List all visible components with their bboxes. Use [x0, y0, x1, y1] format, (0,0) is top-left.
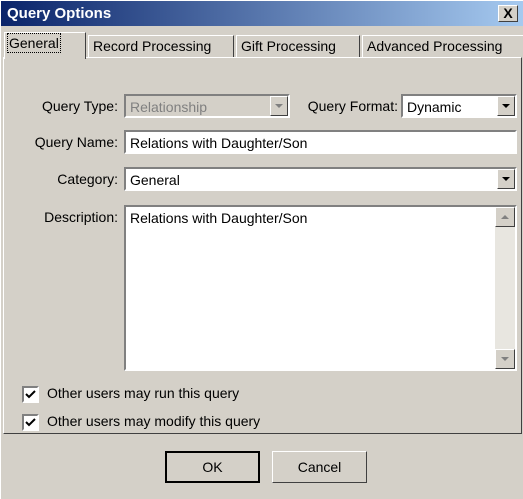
scroll-down-icon[interactable]: [495, 349, 515, 369]
chevron-down-icon: [270, 96, 288, 116]
scroll-up-icon[interactable]: [495, 207, 515, 227]
query-type-value: Relationship: [130, 99, 208, 115]
close-icon: X: [503, 5, 513, 21]
category-select[interactable]: General: [124, 167, 517, 191]
tab-advanced-processing-label: Advanced Processing: [367, 38, 503, 54]
window-title: Query Options: [7, 5, 112, 22]
query-options-dialog: Query Options X General Record Processin…: [0, 0, 523, 499]
category-value: General: [130, 172, 180, 188]
description-textarea[interactable]: Relations with Daughter/Son: [124, 205, 517, 371]
title-bar[interactable]: Query Options X: [1, 1, 523, 26]
tab-general-label: General: [7, 33, 61, 53]
tab-gift-processing[interactable]: Gift Processing: [236, 35, 360, 57]
query-format-value: Dynamic: [407, 99, 462, 115]
allow-run-checkbox[interactable]: [22, 386, 39, 403]
allow-modify-checkbox[interactable]: [22, 414, 39, 431]
description-value: Relations with Daughter/Son: [130, 210, 308, 226]
query-name-input[interactable]: Relations with Daughter/Son: [124, 130, 517, 154]
tab-record-processing[interactable]: Record Processing: [88, 35, 234, 57]
tab-general[interactable]: General: [4, 32, 86, 59]
query-format-label: Query Format:: [307, 98, 398, 114]
tab-record-processing-label: Record Processing: [93, 38, 212, 54]
button-bar: OK Cancel: [1, 434, 523, 499]
query-name-label: Query Name:: [34, 134, 118, 150]
query-type-label: Query Type:: [41, 98, 118, 114]
checkmark-icon: [25, 418, 36, 427]
chevron-down-icon[interactable]: [497, 96, 515, 116]
chevron-down-icon[interactable]: [497, 169, 515, 189]
tab-advanced-processing[interactable]: Advanced Processing: [362, 35, 523, 57]
description-scrollbar[interactable]: [495, 207, 515, 369]
category-label: Category:: [57, 171, 118, 187]
close-button[interactable]: X: [498, 5, 518, 22]
query-name-value: Relations with Daughter/Son: [130, 135, 308, 151]
query-format-select[interactable]: Dynamic: [401, 94, 517, 118]
ok-button[interactable]: OK: [165, 451, 260, 483]
allow-run-label[interactable]: Other users may run this query: [47, 385, 239, 401]
checkmark-icon: [25, 390, 36, 399]
description-label: Description:: [44, 209, 118, 225]
allow-modify-label[interactable]: Other users may modify this query: [47, 413, 260, 429]
cancel-button[interactable]: Cancel: [272, 451, 367, 483]
query-type-select: Relationship: [124, 94, 290, 118]
tab-bar: General Record Processing Gift Processin…: [1, 29, 523, 59]
tab-gift-processing-label: Gift Processing: [241, 38, 336, 54]
